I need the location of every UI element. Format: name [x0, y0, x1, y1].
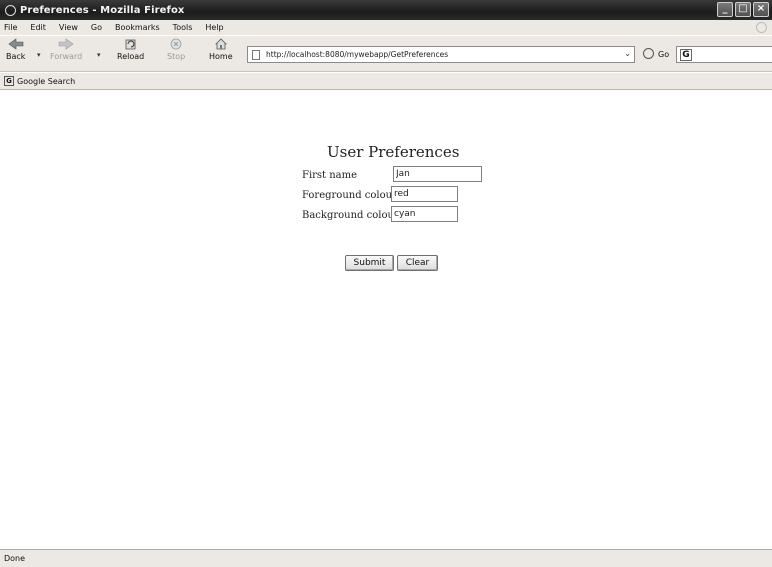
foreground-colour-row: Foreground colour — [302, 187, 397, 203]
google-icon: G — [4, 76, 14, 86]
reload-label: Reload — [117, 52, 145, 61]
menu-file[interactable]: File — [4, 23, 17, 32]
forward-arrow-icon — [58, 38, 74, 50]
menu-edit[interactable]: Edit — [30, 23, 46, 32]
status-text: Done — [4, 554, 26, 563]
page-content: User Preferences First name Foreground c… — [0, 91, 772, 549]
menu-help[interactable]: Help — [205, 23, 223, 32]
first-name-row: First name — [302, 167, 357, 183]
minimize-button[interactable]: _ — [717, 2, 733, 17]
stop-icon — [170, 38, 182, 50]
menu-bookmarks[interactable]: Bookmarks — [115, 23, 160, 32]
go-button[interactable]: Go — [658, 50, 669, 59]
window-titlebar: Preferences - Mozilla Firefox _ □ × — [0, 0, 772, 20]
background-colour-field[interactable] — [391, 206, 458, 222]
forward-label: Forward — [50, 52, 83, 61]
forward-button[interactable]: Forward — [50, 38, 82, 61]
google-icon: G — [680, 49, 692, 61]
stop-button[interactable]: Stop — [167, 38, 185, 61]
first-name-label: First name — [302, 169, 358, 181]
first-name-field[interactable] — [393, 166, 482, 182]
page-icon — [252, 49, 260, 60]
clear-button[interactable]: Clear — [397, 255, 438, 271]
stop-label: Stop — [167, 52, 186, 61]
status-bar: Done — [0, 549, 772, 567]
background-colour-label: Background colour — [302, 209, 399, 221]
go-icon[interactable] — [643, 48, 654, 59]
back-arrow-icon — [8, 38, 24, 50]
submit-button[interactable]: Submit — [345, 255, 394, 271]
home-icon — [214, 38, 227, 50]
menubar: File Edit View Go Bookmarks Tools Help — [0, 20, 772, 35]
navigation-toolbar: Back ▾ Forward ▾ Reload Stop Home http:/… — [0, 35, 772, 72]
reload-button[interactable]: Reload — [117, 38, 144, 61]
background-colour-row: Background colour — [302, 207, 399, 223]
reload-icon — [125, 39, 136, 50]
search-box[interactable]: G — [676, 46, 772, 63]
address-dropdown-icon[interactable]: ⌄ — [624, 49, 631, 58]
menu-view[interactable]: View — [59, 23, 78, 32]
menu-tools[interactable]: Tools — [173, 23, 193, 32]
firefox-icon — [5, 4, 16, 16]
back-history-dropdown-icon[interactable]: ▾ — [37, 51, 41, 59]
google-search-button[interactable]: Google Search — [17, 77, 75, 86]
page-title: User Preferences — [327, 143, 460, 161]
home-button[interactable]: Home — [209, 38, 233, 61]
address-bar[interactable]: http://localhost:8080/mywebapp/GetPrefer… — [247, 46, 635, 63]
maximize-button[interactable]: □ — [735, 2, 751, 17]
back-label: Back — [6, 52, 26, 61]
forward-history-dropdown-icon[interactable]: ▾ — [97, 51, 101, 59]
address-text: http://localhost:8080/mywebapp/GetPrefer… — [266, 50, 449, 59]
activity-throbber-icon — [756, 22, 767, 33]
window-title: Preferences - Mozilla Firefox — [20, 4, 185, 16]
back-button[interactable]: Back — [6, 38, 25, 61]
foreground-colour-field[interactable] — [391, 186, 458, 202]
google-toolbar: G Google Search — [0, 73, 772, 90]
foreground-colour-label: Foreground colour — [302, 189, 397, 201]
close-button[interactable]: × — [753, 2, 769, 17]
window-controls: _ □ × — [717, 2, 769, 17]
menu-go[interactable]: Go — [91, 23, 102, 32]
home-label: Home — [209, 52, 233, 61]
